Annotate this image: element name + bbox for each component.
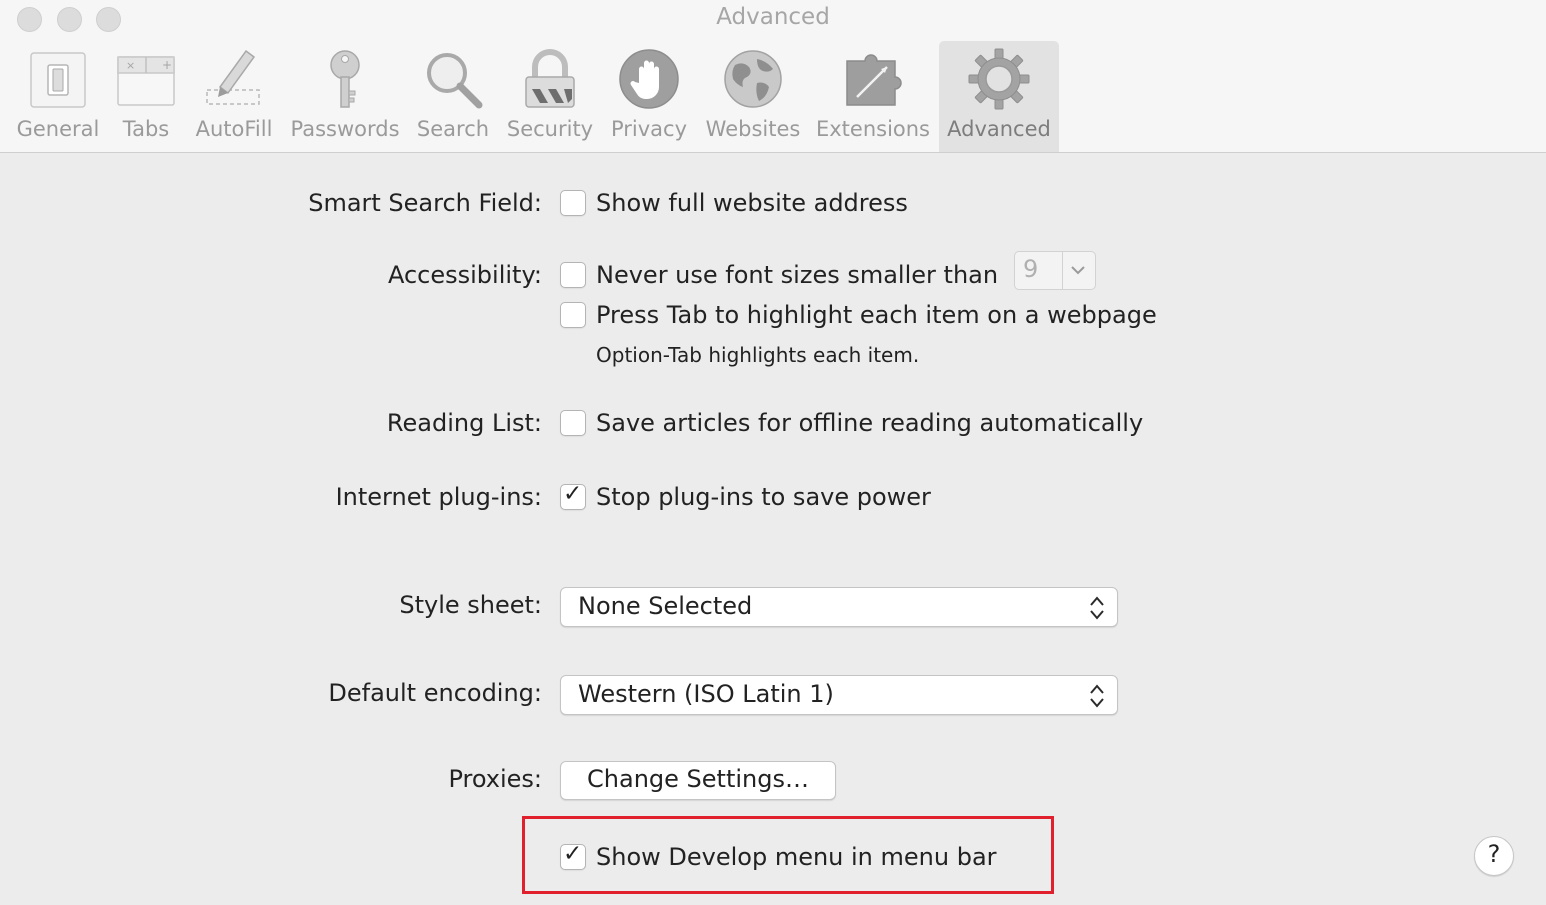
min-font-size-option[interactable]: Never use font sizes smaller than — [596, 261, 998, 289]
offline-reading-checkbox[interactable] — [560, 410, 586, 436]
toolbar-item-privacy[interactable]: Privacy — [604, 41, 694, 152]
padlock-icon — [525, 49, 575, 108]
updown-chevron-icon — [1090, 684, 1104, 708]
toolbar-item-autofill[interactable]: AutoFill — [190, 41, 278, 152]
svg-text:+: + — [162, 58, 172, 72]
press-tab-checkbox[interactable] — [560, 302, 586, 328]
show-full-address-checkbox[interactable] — [560, 190, 586, 216]
font-size-value: 9 — [1023, 255, 1039, 283]
gear-icon — [968, 48, 1030, 110]
magnifier-icon — [427, 53, 483, 109]
tabs-icon: × + — [117, 56, 175, 106]
svg-text:×: × — [126, 59, 135, 72]
internet-plugins-label: Internet plug-ins: — [335, 483, 542, 511]
default-encoding-label: Default encoding: — [328, 679, 542, 707]
show-develop-menu-checkbox[interactable]: ✓ — [560, 841, 586, 870]
default-encoding-select[interactable]: Western (ISO Latin 1) — [560, 675, 1118, 715]
toolbar-label-search: Search — [416, 117, 490, 141]
toolbar-label-autofill: AutoFill — [195, 117, 273, 141]
stop-plugins-option[interactable]: Stop plug-ins to save power — [596, 483, 931, 511]
globe-icon — [724, 50, 782, 108]
stop-plugins-checkbox[interactable]: ✓ — [560, 481, 586, 510]
smart-search-label: Smart Search Field: — [308, 189, 542, 217]
puzzle-piece-icon — [846, 54, 902, 106]
hand-icon — [619, 49, 679, 109]
toolbar-item-general[interactable]: General — [12, 41, 104, 152]
style-sheet-select[interactable]: None Selected — [560, 587, 1118, 627]
checkmark-icon: ✓ — [563, 841, 583, 867]
default-encoding-value: Western (ISO Latin 1) — [578, 680, 834, 708]
show-full-address-option[interactable]: Show full website address — [596, 189, 908, 217]
style-sheet-value: None Selected — [578, 592, 753, 620]
autofill-pencil-icon — [206, 49, 260, 105]
toolbar-item-security[interactable]: Security — [502, 41, 598, 152]
help-button[interactable]: ? — [1474, 836, 1514, 876]
change-settings-button[interactable]: Change Settings… — [560, 761, 836, 800]
chevron-down-icon — [1071, 266, 1085, 275]
toolbar-label-passwords: Passwords — [290, 117, 400, 141]
style-sheet-label: Style sheet: — [399, 591, 542, 619]
proxies-label: Proxies: — [448, 765, 542, 793]
show-develop-menu-option[interactable]: Show Develop menu in menu bar — [596, 843, 997, 871]
min-font-size-checkbox[interactable] — [560, 262, 586, 288]
help-label: ? — [1487, 840, 1501, 868]
change-settings-label: Change Settings… — [587, 765, 809, 793]
toolbar-item-search[interactable]: Search — [410, 41, 496, 152]
option-tab-hint: Option-Tab highlights each item. — [596, 343, 920, 367]
toolbar-item-advanced[interactable]: Advanced — [939, 41, 1059, 152]
toolbar-item-websites[interactable]: Websites — [700, 41, 806, 152]
toolbar-label-privacy: Privacy — [610, 117, 688, 141]
titlebar-toolbar: Advanced General × + Tabs AutoFill Passw… — [0, 0, 1546, 153]
checkmark-icon: ✓ — [563, 481, 583, 507]
toolbar-label-extensions: Extensions — [815, 117, 931, 141]
toolbar-label-general: General — [16, 117, 100, 141]
key-icon — [330, 50, 360, 108]
accessibility-label: Accessibility: — [387, 261, 542, 289]
toolbar-item-extensions[interactable]: Extensions — [812, 41, 934, 152]
toolbar-label-tabs: Tabs — [122, 117, 170, 141]
toolbar-item-tabs[interactable]: × + Tabs — [108, 41, 184, 152]
font-size-popup[interactable]: 9 — [1014, 251, 1096, 290]
updown-chevron-icon — [1090, 596, 1104, 620]
toolbar-label-security: Security — [506, 117, 594, 141]
reading-list-label: Reading List: — [386, 409, 542, 437]
offline-reading-option[interactable]: Save articles for offline reading automa… — [596, 409, 1143, 437]
general-switch-icon — [30, 52, 86, 108]
press-tab-option[interactable]: Press Tab to highlight each item on a we… — [596, 301, 1157, 329]
toolbar-label-websites: Websites — [705, 117, 801, 141]
toolbar-item-passwords[interactable]: Passwords — [284, 41, 406, 152]
toolbar-label-advanced: Advanced — [947, 117, 1051, 141]
preferences-window: Advanced General × + Tabs AutoFill Passw… — [0, 0, 1546, 905]
window-title: Advanced — [716, 4, 830, 30]
